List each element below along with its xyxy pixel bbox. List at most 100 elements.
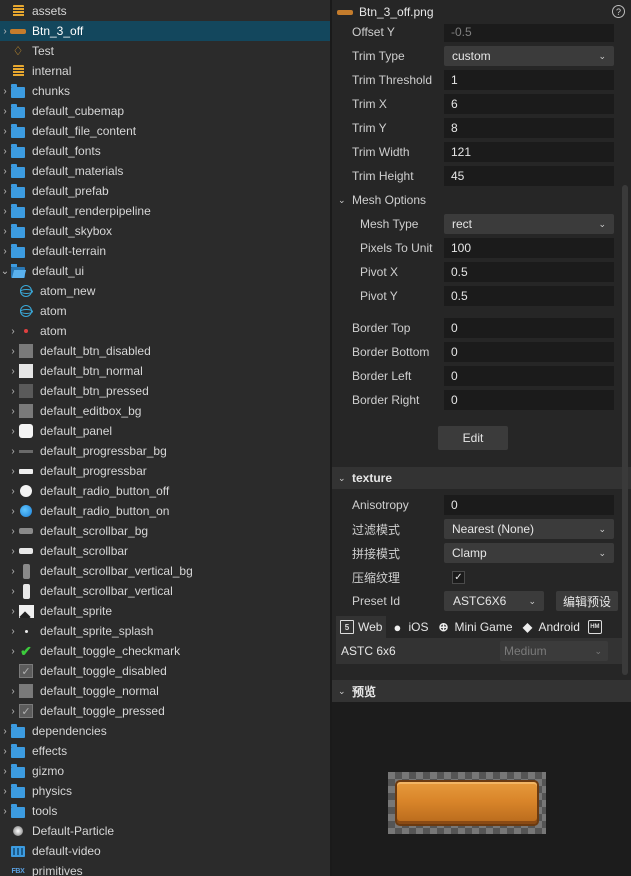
tree-item[interactable]: atom [0, 301, 330, 321]
tree-item[interactable]: › tools [0, 801, 330, 821]
tree-item[interactable]: › dependencies [0, 721, 330, 741]
expand-arrow-icon[interactable]: › [0, 801, 10, 821]
expand-arrow-icon[interactable]: › [8, 441, 18, 461]
tree-item[interactable]: default-video [0, 841, 330, 861]
expand-arrow-icon[interactable]: › [0, 181, 10, 201]
tree-item[interactable]: › default_panel [0, 421, 330, 441]
tree-item[interactable]: › default_renderpipeline [0, 201, 330, 221]
expand-arrow-icon[interactable]: › [8, 601, 18, 621]
border-right-field[interactable]: 0 [444, 390, 614, 410]
help-icon[interactable]: ? [612, 5, 625, 18]
trim-type-select[interactable]: custom ⌄ [444, 46, 614, 66]
tree-item[interactable]: › default_prefab [0, 181, 330, 201]
tree-item[interactable]: FBX primitives [0, 861, 330, 876]
expand-arrow-icon[interactable]: › [0, 741, 10, 761]
tree-item[interactable]: internal [0, 61, 330, 81]
expand-arrow-icon[interactable]: › [8, 381, 18, 401]
expand-arrow-icon[interactable]: › [8, 541, 18, 561]
border-bottom-field[interactable]: 0 [444, 342, 614, 362]
edit-button[interactable]: Edit [438, 426, 508, 450]
tree-item[interactable]: › default_btn_disabled [0, 341, 330, 361]
tree-item[interactable]: › Btn_3_off [0, 21, 330, 41]
expand-arrow-icon[interactable]: › [8, 401, 18, 421]
tree-item[interactable]: › default_sprite [0, 601, 330, 621]
expand-arrow-icon[interactable]: › [0, 121, 10, 141]
expand-arrow-icon[interactable]: › [8, 341, 18, 361]
tree-item[interactable]: › default_scrollbar_vertical [0, 581, 330, 601]
expand-arrow-icon[interactable]: › [8, 481, 18, 501]
tree-item[interactable]: › chunks [0, 81, 330, 101]
pixels-to-unit-field[interactable]: 100 [444, 238, 614, 258]
tree-item[interactable]: atom_new [0, 281, 330, 301]
tree-item[interactable]: › default_btn_pressed [0, 381, 330, 401]
tree-item[interactable]: › default_sprite_splash [0, 621, 330, 641]
platform-tab[interactable]: 5 Web [336, 616, 387, 638]
expand-arrow-icon[interactable]: › [8, 621, 18, 641]
tree-item[interactable]: › default_editbox_bg [0, 401, 330, 421]
trim-x-field[interactable]: 6 [444, 94, 614, 114]
tree-item[interactable]: › default_scrollbar_bg [0, 521, 330, 541]
anisotropy-field[interactable]: 0 [444, 495, 614, 515]
platform-tab[interactable]: ⊕ Mini Game [432, 616, 516, 638]
wrap-mode-select[interactable]: Clamp ⌄ [444, 543, 614, 563]
expand-arrow-icon[interactable]: › [0, 161, 10, 181]
tree-item[interactable]: › default_radio_button_on [0, 501, 330, 521]
expand-arrow-icon[interactable]: › [8, 581, 18, 601]
expand-arrow-icon[interactable]: › [0, 81, 10, 101]
expand-arrow-icon[interactable]: › [0, 141, 10, 161]
preview-section-header[interactable]: ⌄ 预览 [332, 680, 631, 702]
expand-arrow-icon[interactable]: › [8, 321, 18, 341]
trim-y-field[interactable]: 8 [444, 118, 614, 138]
tree-item[interactable]: ♢ Test [0, 41, 330, 61]
expand-arrow-icon[interactable]: › [0, 241, 10, 261]
expand-arrow-icon[interactable]: › [8, 421, 18, 441]
expand-arrow-icon[interactable]: › [0, 101, 10, 121]
border-top-field[interactable]: 0 [444, 318, 614, 338]
offset-y-field[interactable]: -0.5 [444, 22, 614, 42]
tree-item[interactable]: › physics [0, 781, 330, 801]
expand-arrow-icon[interactable]: › [8, 361, 18, 381]
platform-tab[interactable]: HM [584, 616, 610, 638]
expand-arrow-icon[interactable]: › [8, 461, 18, 481]
tree-item[interactable]: › default_progressbar [0, 461, 330, 481]
expand-arrow-icon[interactable]: › [8, 501, 18, 521]
tree-item[interactable]: › default_radio_button_off [0, 481, 330, 501]
tree-item[interactable]: Default-Particle [0, 821, 330, 841]
mesh-options-foldout[interactable]: ⌄ Mesh Options [332, 188, 631, 212]
tree-item[interactable]: ⌄ default_ui [0, 261, 330, 281]
expanded-arrow-icon[interactable]: ⌄ [0, 261, 10, 281]
inspector-scrollbar[interactable] [622, 185, 628, 675]
expand-arrow-icon[interactable]: › [0, 721, 10, 741]
preset-id-select[interactable]: ASTC6X6 ⌄ [444, 591, 544, 611]
expand-arrow-icon[interactable]: › [0, 21, 10, 41]
filter-mode-select[interactable]: Nearest (None) ⌄ [444, 519, 614, 539]
tree-item[interactable]: ✓ default_toggle_disabled [0, 661, 330, 681]
expand-arrow-icon[interactable]: › [8, 641, 18, 661]
platform-tab[interactable]: ● iOS [386, 616, 432, 638]
tree-item[interactable]: › default_toggle_normal [0, 681, 330, 701]
tree-item[interactable]: assets [0, 1, 330, 21]
expand-arrow-icon[interactable]: › [8, 521, 18, 541]
mesh-type-select[interactable]: rect ⌄ [444, 214, 614, 234]
trim-width-field[interactable]: 121 [444, 142, 614, 162]
tree-item[interactable]: › default-terrain [0, 241, 330, 261]
texture-section-header[interactable]: ⌄ texture [332, 467, 631, 489]
tree-item[interactable]: › default_scrollbar [0, 541, 330, 561]
tree-item[interactable]: › effects [0, 741, 330, 761]
tree-item[interactable]: › atom [0, 321, 330, 341]
expand-arrow-icon[interactable]: › [8, 681, 18, 701]
tree-item[interactable]: › default_scrollbar_vertical_bg [0, 561, 330, 581]
tree-item[interactable]: › default_fonts [0, 141, 330, 161]
compress-texture-checkbox[interactable]: ✓ [452, 570, 465, 584]
tree-item[interactable]: › default_materials [0, 161, 330, 181]
expand-arrow-icon[interactable]: › [0, 201, 10, 221]
expand-arrow-icon[interactable]: › [8, 561, 18, 581]
platform-tab[interactable]: ◆ Android [517, 616, 584, 638]
trim-threshold-field[interactable]: 1 [444, 70, 614, 90]
tree-item[interactable]: › ✔ default_toggle_checkmark [0, 641, 330, 661]
tree-item[interactable]: › default_progressbar_bg [0, 441, 330, 461]
expand-arrow-icon[interactable]: › [0, 781, 10, 801]
trim-height-field[interactable]: 45 [444, 166, 614, 186]
edit-preset-button[interactable]: 编辑预设 [556, 591, 618, 611]
tree-item[interactable]: › default_btn_normal [0, 361, 330, 381]
